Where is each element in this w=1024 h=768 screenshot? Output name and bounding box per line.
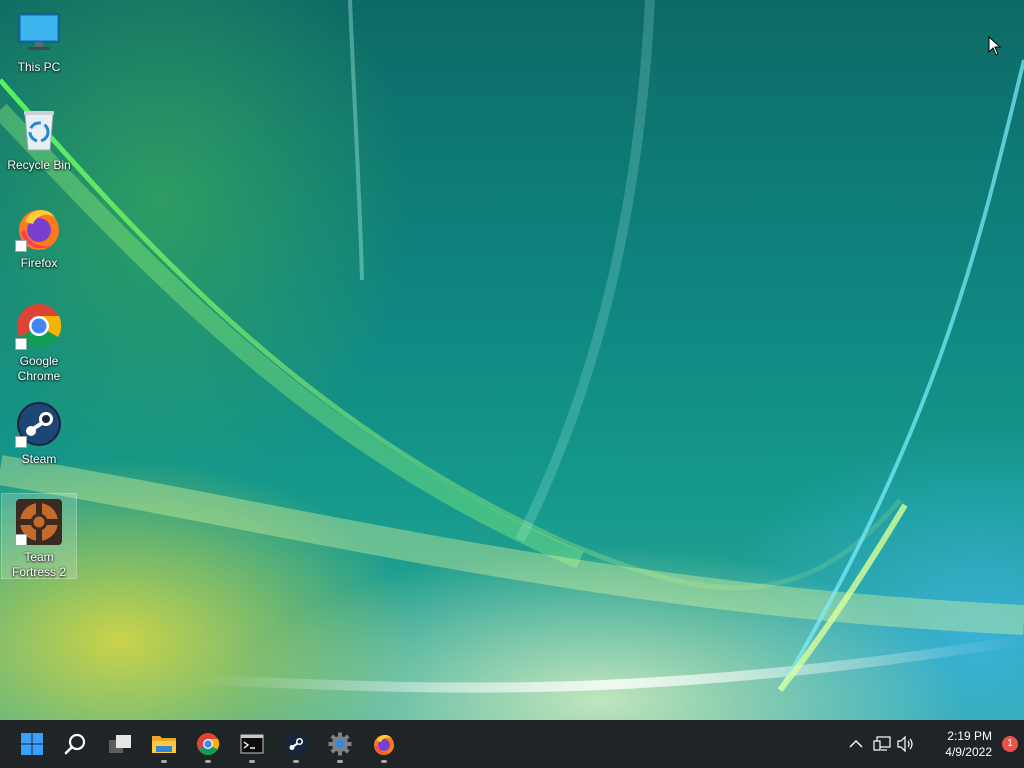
notification-badge[interactable]: 1 — [1002, 736, 1018, 752]
task-view-icon — [109, 735, 131, 753]
clock-date: 4/9/2022 — [945, 745, 992, 759]
firefox-icon — [374, 735, 394, 755]
desktop-icon-google-chrome[interactable]: Google Chrome — [2, 298, 76, 384]
clock-button[interactable]: 2:19 PM 4/9/2022 — [920, 728, 992, 760]
running-indicator — [161, 760, 167, 763]
windows-logo-icon — [21, 733, 43, 755]
recycle-bin-icon — [15, 106, 63, 154]
desktop-icon-this-pc[interactable]: This PC — [2, 4, 76, 75]
firefox-icon — [15, 204, 63, 252]
running-indicator — [293, 760, 299, 763]
taskbar: 2:19 PM 4/9/2022 1 — [0, 720, 1024, 768]
desktop[interactable]: This PC Recycle Bin Firefox Google Chrom… — [0, 0, 1024, 720]
desktop-icon-label: Recycle Bin — [7, 158, 71, 172]
shortcut-arrow-icon — [15, 240, 27, 252]
folder-icon — [152, 736, 176, 753]
tf2-icon — [15, 498, 63, 546]
chevron-up-icon — [849, 740, 863, 748]
desktop-icon-label: Team Fortress 2 — [11, 550, 66, 579]
shortcut-arrow-icon — [15, 534, 27, 546]
system-tray: 2:19 PM 4/9/2022 1 — [834, 720, 1024, 768]
search-button[interactable] — [56, 724, 96, 764]
steam-icon — [285, 733, 307, 755]
wallpaper — [0, 0, 1024, 693]
task-view-button[interactable] — [100, 724, 140, 764]
start-button[interactable] — [12, 724, 52, 764]
show-hidden-icons-button[interactable] — [846, 734, 866, 754]
desktop-icon-steam[interactable]: Steam — [2, 396, 76, 467]
running-indicator — [249, 760, 255, 763]
desktop-icon-label: Steam — [21, 452, 57, 466]
desktop-icon-label: Firefox — [20, 256, 58, 270]
steam-button[interactable] — [276, 724, 316, 764]
desktop-icon-recycle-bin[interactable]: Recycle Bin — [2, 102, 76, 173]
desktop-icon-firefox[interactable]: Firefox — [2, 200, 76, 271]
terminal-icon — [240, 734, 264, 754]
shortcut-arrow-icon — [15, 436, 27, 448]
mouse-cursor-icon — [988, 36, 1002, 56]
chrome-icon — [197, 733, 220, 755]
settings-button[interactable] — [320, 724, 360, 764]
network-icon — [873, 736, 891, 751]
volume-icon — [897, 736, 913, 752]
clock-time: 2:19 PM — [947, 729, 992, 743]
desktop-icon-team-fortress-2[interactable]: Team Fortress 2 — [1, 493, 77, 579]
gear-icon — [328, 732, 352, 756]
chrome-button[interactable] — [188, 724, 228, 764]
chrome-icon — [15, 302, 63, 350]
shortcut-arrow-icon — [15, 338, 27, 350]
network-button[interactable] — [872, 734, 892, 754]
running-indicator — [381, 760, 387, 763]
firefox-button[interactable] — [364, 724, 404, 764]
file-explorer-button[interactable] — [144, 724, 184, 764]
monitor-icon — [15, 8, 63, 56]
volume-button[interactable] — [896, 734, 916, 754]
search-icon — [64, 733, 86, 755]
terminal-button[interactable] — [232, 724, 272, 764]
running-indicator — [337, 760, 343, 763]
running-indicator — [205, 760, 211, 763]
steam-icon — [15, 400, 63, 448]
desktop-icon-label: Google Chrome — [17, 354, 61, 383]
desktop-icon-label: This PC — [17, 60, 61, 74]
